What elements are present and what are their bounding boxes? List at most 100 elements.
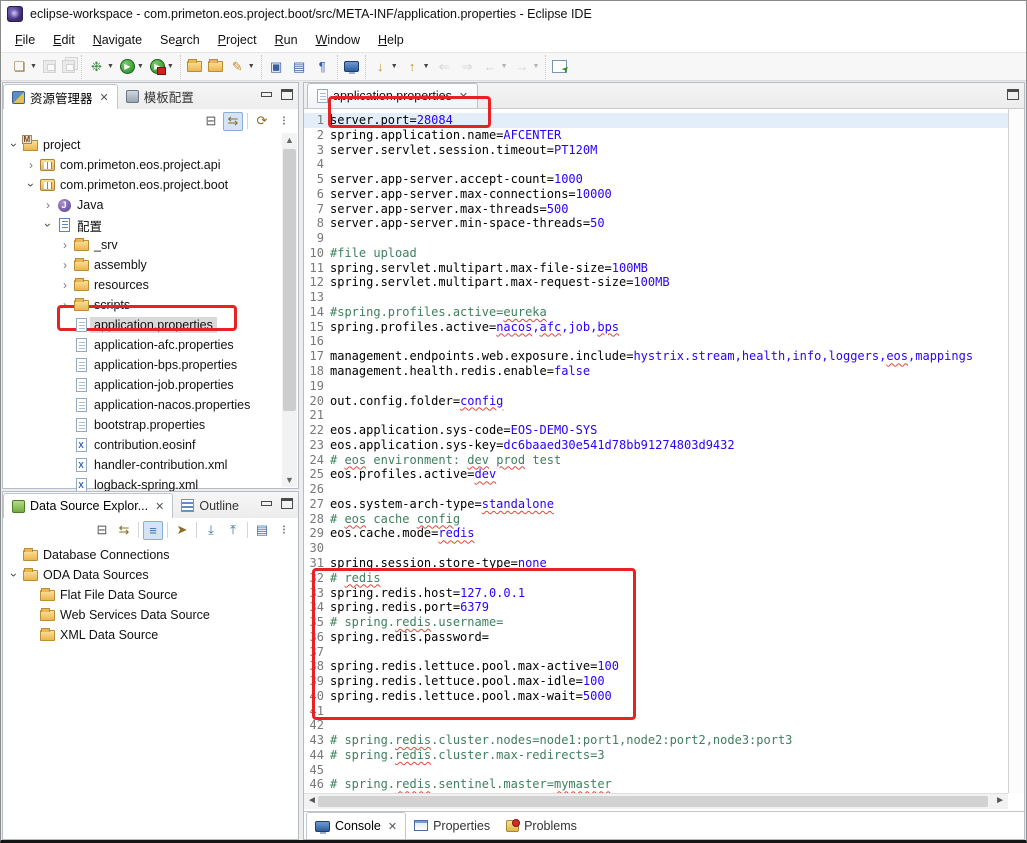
chevron-collapsed-icon[interactable]: ›: [58, 298, 72, 312]
tree-item-resources[interactable]: ›resources: [3, 275, 298, 295]
open-resource-button[interactable]: [205, 59, 226, 74]
code-line[interactable]: 11spring.servlet.multipart.max-file-size…: [304, 261, 1008, 276]
new-connection-button[interactable]: ➤: [172, 521, 192, 540]
menu-help[interactable]: Help: [369, 30, 413, 50]
code-line[interactable]: 12spring.servlet.multipart.max-request-s…: [304, 275, 1008, 290]
next-edit-button[interactable]: ⇒: [456, 56, 479, 77]
chevron-collapsed-icon[interactable]: ›: [41, 198, 55, 212]
open-type-button[interactable]: ▣: [265, 56, 288, 77]
code-line[interactable]: 9: [304, 231, 1008, 246]
code-line[interactable]: 17management.endpoints.web.exposure.incl…: [304, 349, 1008, 364]
code-line[interactable]: 42: [304, 718, 1008, 733]
code-line[interactable]: 14#spring.profiles.active=eureka: [304, 305, 1008, 320]
menu-run[interactable]: Run: [266, 30, 307, 50]
scroll-left-icon[interactable]: ◄: [307, 795, 317, 806]
code-line[interactable]: 21: [304, 408, 1008, 423]
dropdown-arrow-icon[interactable]: ▼: [137, 63, 144, 70]
code-line[interactable]: 43# spring.redis.cluster.nodes=node1:por…: [304, 733, 1008, 748]
code-line[interactable]: 46# spring.redis.sentinel.master=mymaste…: [304, 777, 1008, 792]
previous-annotation-button[interactable]: ↑▼: [401, 56, 433, 77]
code-line[interactable]: 38spring.redis.lettuce.pool.max-active=1…: [304, 659, 1008, 674]
tree-item-application-properties[interactable]: application.properties: [3, 315, 298, 335]
explorer-scrollbar[interactable]: ▲ ▼: [282, 133, 297, 487]
pin-editor-button[interactable]: [549, 58, 570, 75]
chevron-collapsed-icon[interactable]: ›: [24, 158, 38, 172]
close-icon[interactable]: ✕: [388, 820, 397, 833]
code-line[interactable]: 41: [304, 704, 1008, 719]
back-button[interactable]: ←▼: [479, 56, 511, 77]
menu-project[interactable]: Project: [209, 30, 266, 50]
tab-console[interactable]: Console ✕: [306, 812, 406, 839]
menu-search[interactable]: Search: [151, 30, 209, 50]
help-book-button[interactable]: ▤: [252, 521, 272, 540]
dropdown-arrow-icon[interactable]: ▼: [423, 63, 430, 70]
maximize-icon[interactable]: [281, 498, 293, 509]
code-line[interactable]: 7server.app-server.max-threads=500: [304, 202, 1008, 217]
tree-item-handler-contribution-xml[interactable]: Xhandler-contribution.xml: [3, 455, 298, 475]
code-line[interactable]: 36spring.redis.password=: [304, 630, 1008, 645]
code-line[interactable]: 23eos.application.sys-key=dc6baaed30e541…: [304, 438, 1008, 453]
link-with-editor-button[interactable]: ⇆: [223, 112, 243, 131]
tab-application-properties[interactable]: application.properties ✕: [307, 83, 478, 108]
dropdown-arrow-icon[interactable]: ▼: [167, 63, 174, 70]
tab-datasource-explorer[interactable]: Data Source Explor... ✕: [3, 493, 173, 518]
chevron-collapsed-icon[interactable]: ›: [58, 238, 72, 252]
chevron-expanded-icon[interactable]: ›: [7, 568, 21, 582]
tab-template-config[interactable]: 模板配置: [118, 84, 202, 109]
open-eos-wizard-button[interactable]: [184, 59, 205, 74]
tree-item-com-primeton-eos-project-boot[interactable]: ›com.primeton.eos.project.boot: [3, 175, 298, 195]
code-line[interactable]: 5server.app-server.accept-count=1000: [304, 172, 1008, 187]
tree-item-project[interactable]: ›project: [3, 135, 298, 155]
horizontal-scrollbar[interactable]: ◄ ►: [304, 793, 1008, 809]
tree-item-xml-data-source[interactable]: XML Data Source: [3, 625, 298, 645]
tree-item-flat-file-data-source[interactable]: Flat File Data Source: [3, 585, 298, 605]
export-profile-button[interactable]: ⤒: [223, 521, 243, 540]
code-line[interactable]: 37: [304, 645, 1008, 660]
tree-item-oda-data-sources[interactable]: ›ODA Data Sources: [3, 565, 298, 585]
code-line[interactable]: 39spring.redis.lettuce.pool.max-idle=100: [304, 674, 1008, 689]
tree-item-com-primeton-eos-project-api[interactable]: ›com.primeton.eos.project.api: [3, 155, 298, 175]
code-line[interactable]: 35# spring.redis.username=: [304, 615, 1008, 630]
code-line[interactable]: 15spring.profiles.active=nacos,afc,job,b…: [304, 320, 1008, 335]
tree-item-bootstrap-properties[interactable]: bootstrap.properties: [3, 415, 298, 435]
tree-item-application-afc-properties[interactable]: application-afc.properties: [3, 335, 298, 355]
scroll-thumb[interactable]: [318, 796, 988, 807]
code-line[interactable]: 19: [304, 379, 1008, 394]
code-line[interactable]: 6server.app-server.max-connections=10000: [304, 187, 1008, 202]
view-menu-button[interactable]: ⁝: [274, 112, 294, 131]
scroll-down-icon[interactable]: ▼: [282, 475, 297, 485]
tree-item-web-services-data-source[interactable]: Web Services Data Source: [3, 605, 298, 625]
new-wizard-button[interactable]: ❏▼: [8, 56, 40, 77]
mark-occurrences-button[interactable]: ▤: [288, 56, 311, 77]
dropdown-arrow-icon[interactable]: ▼: [30, 63, 37, 70]
code-line[interactable]: 18management.health.redis.enable=false: [304, 364, 1008, 379]
collapse-all-button[interactable]: ⊟: [201, 112, 221, 131]
code-line[interactable]: 40spring.redis.lettuce.pool.max-wait=500…: [304, 689, 1008, 704]
dropdown-arrow-icon[interactable]: ▼: [248, 63, 255, 70]
scroll-thumb[interactable]: [283, 149, 296, 411]
code-line[interactable]: 32# redis: [304, 571, 1008, 586]
code-line[interactable]: 29eos.cache.mode=redis: [304, 526, 1008, 541]
menu-edit[interactable]: Edit: [44, 30, 84, 50]
code-line[interactable]: 34spring.redis.port=6379: [304, 600, 1008, 615]
chevron-collapsed-icon[interactable]: ›: [58, 278, 72, 292]
code-line[interactable]: 33spring.redis.host=127.0.0.1: [304, 586, 1008, 601]
code-line[interactable]: 45: [304, 763, 1008, 778]
maximize-icon[interactable]: [1007, 89, 1019, 100]
code-line[interactable]: 22eos.application.sys-code=EOS-DEMO-SYS: [304, 423, 1008, 438]
code-line[interactable]: 20out.config.folder=config: [304, 394, 1008, 409]
code-line[interactable]: 25eos.profiles.active=dev: [304, 467, 1008, 482]
overview-ruler[interactable]: [1008, 109, 1024, 793]
tab-properties[interactable]: Properties: [406, 812, 498, 839]
code-line[interactable]: 44# spring.redis.cluster.max-redirects=3: [304, 748, 1008, 763]
tree-item-database-connections[interactable]: Database Connections: [3, 545, 298, 565]
code-line[interactable]: 16: [304, 334, 1008, 349]
dropdown-arrow-icon[interactable]: ▼: [107, 63, 114, 70]
console-view-button[interactable]: [341, 59, 362, 74]
run-last-button[interactable]: ▶▼: [147, 57, 177, 76]
tree-item--srv[interactable]: ›_srv: [3, 235, 298, 255]
close-icon[interactable]: ✕: [459, 90, 468, 103]
chevron-expanded-icon[interactable]: ›: [24, 178, 38, 192]
menu-window[interactable]: Window: [307, 30, 369, 50]
menu-file[interactable]: File: [6, 30, 44, 50]
